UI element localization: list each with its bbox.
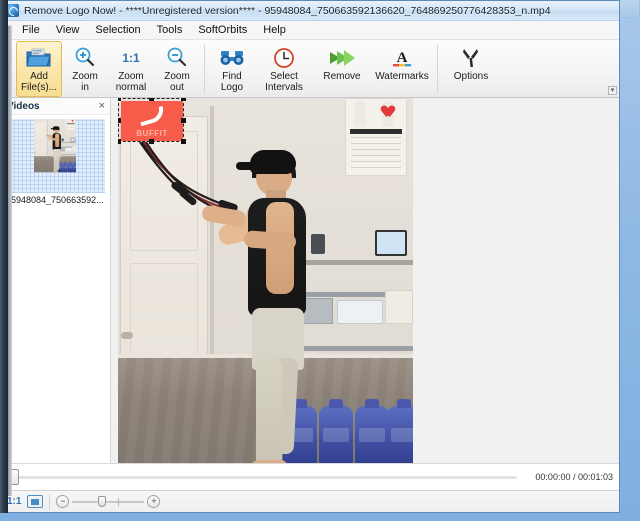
zoom-slider-line [72,501,145,503]
resize-handle-bottom-center[interactable] [149,139,154,144]
menu-item-view[interactable]: View [48,22,88,38]
binoculars-icon [219,45,245,71]
zoom-normal-label: Zoom normal [115,71,147,93]
logo-overlay: BUFFIT [121,101,183,141]
zoom-in-label: Zoom in [72,71,98,93]
zoom-slider-track[interactable] [72,495,145,508]
videos-panel-title: Videos [7,100,40,112]
open-folder-icon [26,45,52,71]
zoom-normal-icon: 1:1 [122,51,140,65]
toolbar-separator [204,45,205,93]
select-intervals-label: Select Intervals [265,71,303,93]
zoom-slider-tick [118,498,120,506]
watermarks-label: Watermarks [375,71,429,82]
zoom-in-button[interactable]: Zoom in [62,41,108,97]
menu-bar: File View Selection Tools SoftOrbits Hel… [1,21,619,40]
resize-handle-middle-left[interactable] [118,118,121,123]
menu-item-selection[interactable]: Selection [87,22,148,38]
zoom-slider[interactable]: − + [56,495,161,508]
resize-handle-bottom-right[interactable] [181,139,186,144]
clock-icon [273,45,295,71]
zoom-out-label: Zoom out [164,71,190,93]
status-bar: 1:1 − + [1,490,619,512]
status-separator [49,493,51,510]
toolbar-separator-2 [437,45,438,93]
toolbar-overflow-button[interactable]: ▾ [608,86,617,95]
menu-item-tools[interactable]: Tools [149,22,191,38]
videos-panel-body: 95948084_750663592... [1,115,110,463]
menu-item-file[interactable]: File [14,22,48,38]
zoom-out-button[interactable]: Zoom out [154,41,200,97]
zoom-slider-knob[interactable] [98,496,107,507]
zoom-ratio-label[interactable]: 1:1 [7,496,21,507]
video-preview[interactable]: BUFFIT [118,98,413,463]
zoom-out-icon [165,45,189,71]
work-area: Videos × 95948084_750663592... BUFFIT [1,98,619,463]
green-arrow-icon [328,45,356,71]
zoom-normal-button[interactable]: 1:1 Zoom normal [108,41,154,97]
player-timeline: 00:00:00 / 00:01:03 [1,463,619,490]
menu-item-softorbits[interactable]: SoftOrbits [190,22,255,38]
video-thumbnail[interactable] [5,119,105,193]
resize-handle-bottom-left[interactable] [118,139,121,144]
list-item-label: 95948084_750663592... [6,195,104,205]
videos-panel: Videos × 95948084_750663592... [1,98,111,463]
thumbnail-image [34,119,76,193]
resize-handle-top-center[interactable] [149,98,154,101]
resize-handle-middle-right[interactable] [181,118,186,123]
logo-text: BUFFIT [136,129,168,138]
svg-text:A: A [397,50,408,66]
remove-button[interactable]: Remove [313,41,371,97]
close-icon[interactable]: × [97,100,107,112]
videos-panel-header: Videos × [1,98,110,115]
seek-slider[interactable] [7,469,527,485]
select-intervals-button[interactable]: Select Intervals [255,41,313,97]
resize-handle-top-right[interactable] [181,98,186,101]
remove-label: Remove [323,71,361,82]
options-button[interactable]: Options [442,41,500,97]
seek-track[interactable] [17,475,518,479]
time-display: 00:00:00 / 00:01:03 [535,472,613,482]
watermarks-button[interactable]: A Watermarks [371,41,433,97]
zoom-in-stepper[interactable]: + [147,495,161,508]
toolbar: Add File(s)... Zoom in 1:1 Zoom normal Z… [1,40,619,98]
logo-selection-rectangle[interactable]: BUFFIT [118,98,186,144]
list-item[interactable]: 95948084_750663592... [5,119,105,205]
swoosh-icon [137,105,167,127]
letter-a-icon: A [390,45,414,71]
video-canvas[interactable]: BUFFIT [111,98,619,463]
resize-handle-top-left[interactable] [118,98,121,101]
add-files-label: Add File(s)... [20,71,58,93]
window-title: Remove Logo Now! - ****Unregistered vers… [24,4,551,17]
wrench-icon [460,45,482,71]
person-figure [200,136,332,463]
desktop-background: Add Info How to Remove Water Remove Logo… [0,0,640,521]
main-window: Remove Logo Now! - ****Unregistered vers… [0,0,620,513]
zoom-in-icon [73,45,97,71]
find-logo-label: Find Logo [220,71,244,93]
options-label: Options [453,71,489,82]
fit-to-window-icon[interactable] [27,495,44,508]
title-bar: Remove Logo Now! - ****Unregistered vers… [1,1,619,21]
zoom-out-stepper[interactable]: − [56,495,70,508]
video-frame-image: BUFFIT [118,98,413,463]
add-files-button[interactable]: Add File(s)... [16,41,62,97]
find-logo-button[interactable]: Find Logo [209,41,255,97]
window-left-border [0,0,8,513]
window-left-inner-border [8,26,12,496]
menu-item-help[interactable]: Help [255,22,294,38]
